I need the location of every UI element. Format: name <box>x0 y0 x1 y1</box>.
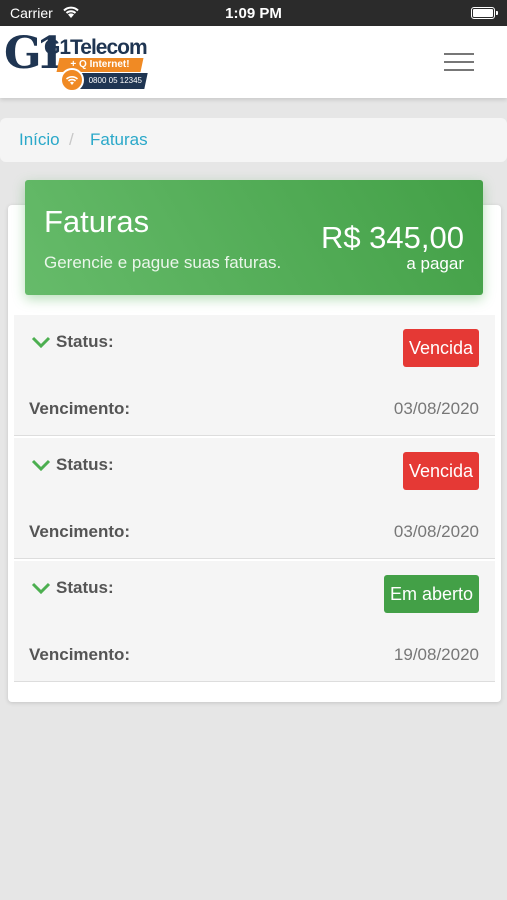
clock: 1:09 PM <box>225 5 282 22</box>
status-badge: Vencida <box>402 452 479 490</box>
battery-icon <box>471 7 498 19</box>
due-date-value: 19/08/2020 <box>393 645 479 664</box>
invoice-item[interactable]: Status: Vencida Vencimento: 03/08/2020 <box>14 438 495 559</box>
status-badge: Vencida <box>402 329 479 367</box>
breadcrumb-home-link[interactable]: Início <box>19 130 60 150</box>
page-title: Faturas <box>44 204 150 239</box>
logo-wifi-icon <box>60 68 84 92</box>
page-subtitle: Gerencie e pague suas faturas. <box>44 253 282 272</box>
due-date-label: Vencimento: <box>29 645 131 664</box>
logo-brand: G1Telecom <box>44 36 148 59</box>
due-date-label: Vencimento: <box>29 399 131 418</box>
chevron-down-icon[interactable] <box>31 458 51 472</box>
invoices-summary-header: Faturas Gerencie e pague suas faturas. R… <box>25 180 483 295</box>
hamburger-menu-icon[interactable] <box>444 53 476 73</box>
breadcrumb-current[interactable]: Faturas <box>90 130 148 150</box>
chevron-down-icon[interactable] <box>31 335 51 349</box>
amount-due-label: a pagar <box>406 254 464 273</box>
status-label: Status: <box>56 578 114 597</box>
status-badge: Em aberto <box>383 575 479 613</box>
due-date-value: 03/08/2020 <box>393 399 479 418</box>
status-label: Status: <box>56 455 114 474</box>
breadcrumb: Início / Faturas <box>0 118 507 162</box>
invoice-item[interactable]: Status: Em aberto Vencimento: 19/08/2020 <box>14 561 495 682</box>
g1telecom-logo[interactable]: G1 G1Telecom + Q Internet! 0800 05 12345 <box>4 28 154 94</box>
status-label: Status: <box>56 332 114 351</box>
status-bar: Carrier 1:09 PM <box>0 0 507 26</box>
chevron-down-icon[interactable] <box>31 581 51 595</box>
due-date-value: 03/08/2020 <box>393 522 479 541</box>
breadcrumb-separator: / <box>69 130 74 149</box>
app-header: G1 G1Telecom + Q Internet! 0800 05 12345 <box>0 26 507 98</box>
amount-due: R$ 345,00 <box>320 220 464 255</box>
due-date-label: Vencimento: <box>29 522 131 541</box>
invoice-item[interactable]: Status: Vencida Vencimento: 03/08/2020 <box>14 315 495 436</box>
